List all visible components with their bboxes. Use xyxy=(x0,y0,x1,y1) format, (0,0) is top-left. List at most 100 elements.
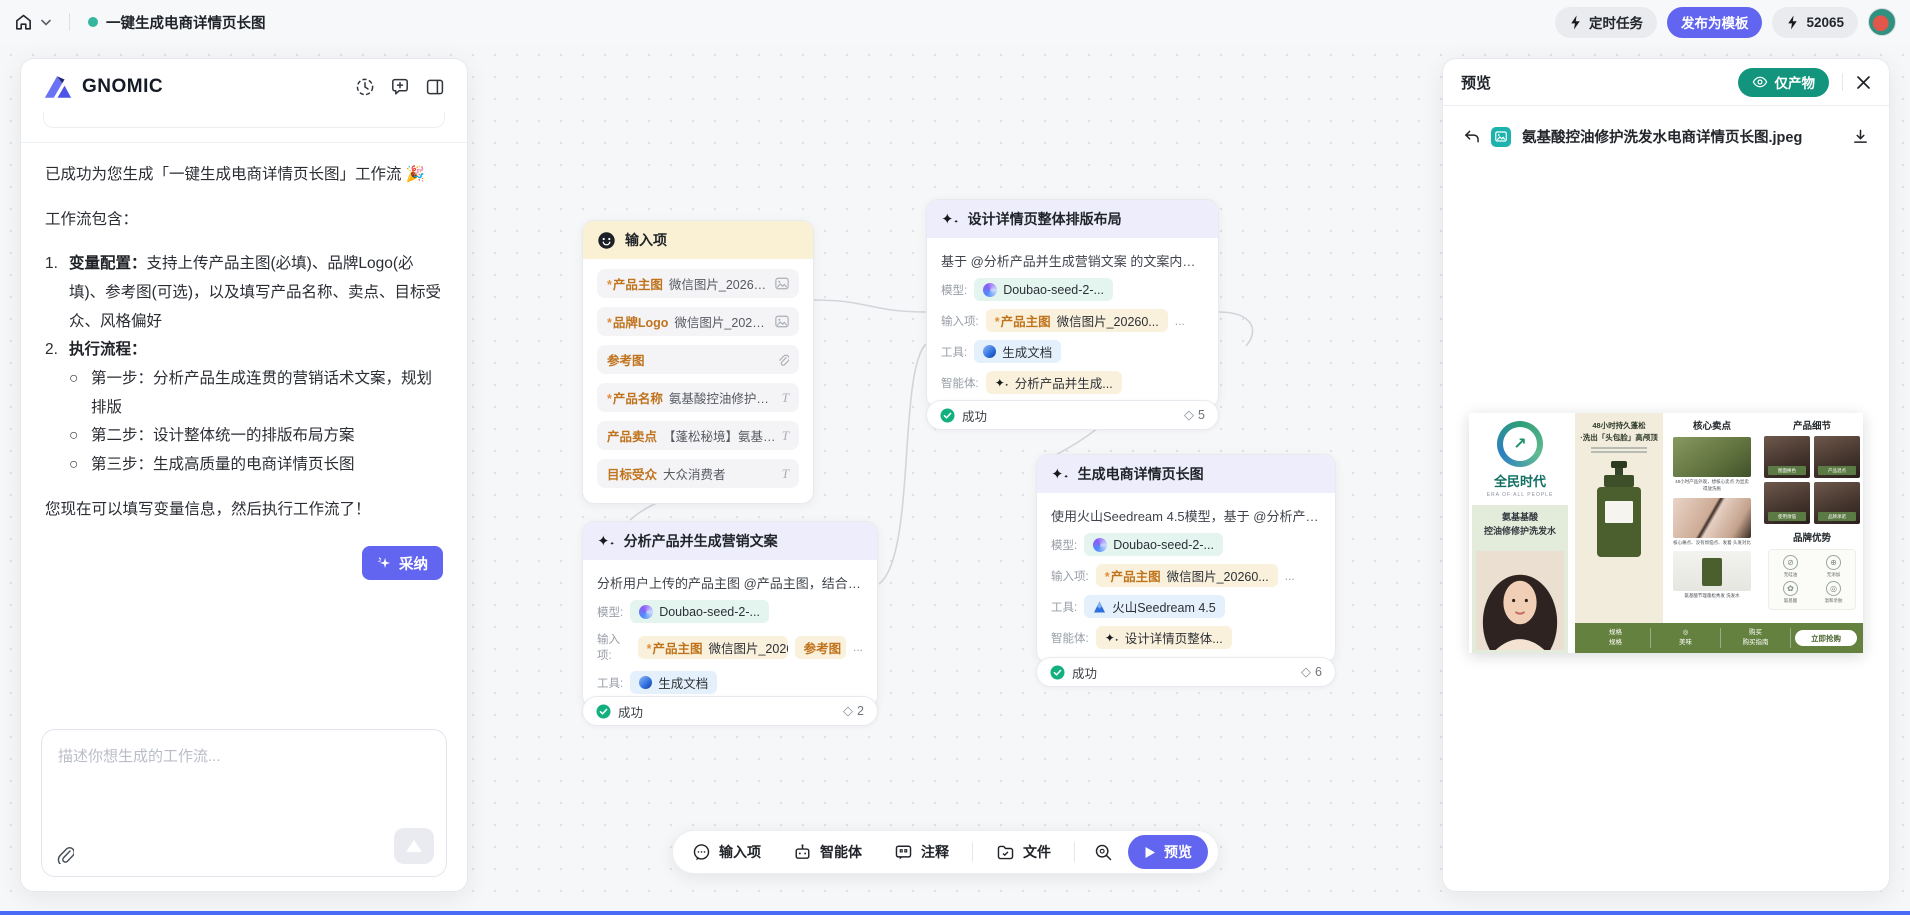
artwork-brand-column: 全民时代 ERA OF ALL PEOPLE 氨基基酸 控油修修护洗发水 xyxy=(1469,413,1571,653)
search-icon xyxy=(1094,843,1113,862)
tool-chip[interactable]: 生成文档 xyxy=(630,671,717,694)
input-field-product-name[interactable]: *产品名称 氨基酸控油修护洗发... T xyxy=(597,383,799,412)
brand-name: GNOMIC xyxy=(82,76,163,98)
node-analyze-header[interactable]: ✦˖ 分析产品并生成营销文案 xyxy=(583,522,877,560)
brand-advantages: ⊘无硅油 ⊕无添加 ✿氨基酸 ◎温和亲肤 xyxy=(1768,549,1856,610)
toolbar-item-agent[interactable]: 智能体 xyxy=(780,835,875,869)
assistant-message-area[interactable]: 已成功为您生成「一键生成电商详情页长图」工作流 🎉 工作流包含： 1. 变量配置… xyxy=(21,143,467,524)
node-description: 分析用户上传的产品主图 @产品主图，结合用户提供... xyxy=(597,573,863,592)
input-field-reference-image[interactable]: 参考图 xyxy=(597,345,799,374)
model-chip[interactable]: Doubao-seed-2-... xyxy=(1084,533,1223,556)
buy-now-button: 立即抢购 xyxy=(1795,630,1857,646)
product-bottle xyxy=(1597,461,1641,557)
divider xyxy=(1074,842,1075,862)
node-title: 设计详情页整体排版布局 xyxy=(968,209,1122,229)
agent-chip[interactable]: ✦˖分析产品并生成... xyxy=(986,371,1122,394)
selling-photo xyxy=(1673,498,1751,538)
status-generate[interactable]: 成功 ◇6 xyxy=(1036,657,1336,687)
assistant-message: 已成功为您生成「一键生成电商详情页长图」工作流 🎉 工作流包含： 1. 变量配置… xyxy=(45,161,443,524)
input-field-product-image[interactable]: *产品主图 微信图片_20260319... xyxy=(597,269,799,298)
reference-chip[interactable]: 参考图 xyxy=(795,636,846,659)
composer-input[interactable] xyxy=(42,730,446,820)
artifact-preview-image[interactable]: 全民时代 ERA OF ALL PEOPLE 氨基基酸 控油修修护洗发水 xyxy=(1469,413,1863,653)
model-photo xyxy=(1476,551,1564,650)
tool-chip[interactable]: 生成文档 xyxy=(974,340,1061,363)
detail-photo: 产品混点 xyxy=(1814,436,1860,478)
list-sub-item: ○ 第二步：设计整体统一的排版布局方案 xyxy=(45,422,443,451)
toolbar-item-files[interactable]: 文件 xyxy=(983,835,1064,869)
history-icon[interactable] xyxy=(355,77,375,97)
preview-title: 预览 xyxy=(1461,72,1491,93)
lightning-icon xyxy=(1786,15,1799,30)
close-icon[interactable] xyxy=(1856,75,1871,90)
home-icon[interactable] xyxy=(14,13,33,32)
attach-paperclip-icon[interactable] xyxy=(56,845,74,864)
page-title: 一键生成电商详情页长图 xyxy=(106,12,266,33)
doubao-icon xyxy=(1093,538,1107,552)
check-circle-icon xyxy=(1050,665,1065,680)
status-design[interactable]: 成功 ◇5 xyxy=(926,400,1219,430)
artwork-claim-column: 48小时持久蓬松 ·洗出「头包脸」高颅顶 xyxy=(1575,413,1663,623)
collapse-panel-icon[interactable] xyxy=(425,77,445,97)
avatar[interactable] xyxy=(1868,8,1896,36)
divider xyxy=(1842,73,1843,91)
model-chip[interactable]: Doubao-seed-2-... xyxy=(630,600,769,623)
list-item: 1. 变量配置：支持上传产品主图(必填)、品牌Logo(必填)、参考图(可选)，… xyxy=(45,250,443,336)
node-generate-header[interactable]: ✦˖ 生成电商详情页长图 xyxy=(1037,455,1335,493)
input-chip[interactable]: *产品主图微信图片_20260... xyxy=(1096,564,1278,587)
sparkle-icon: ✦˖ xyxy=(995,377,1009,389)
chevron-down-icon[interactable] xyxy=(41,19,51,26)
preview-run-button[interactable]: 预览 xyxy=(1128,835,1208,869)
download-icon[interactable] xyxy=(1852,128,1869,145)
sparkle-icon: ✦˖ xyxy=(1105,632,1119,644)
message-paragraph: 工作流包含： xyxy=(45,206,443,235)
scheduled-task-button[interactable]: 定时任务 xyxy=(1555,7,1657,38)
input-field-brand-logo[interactable]: *品牌Logo 微信图片_20260319... xyxy=(597,307,799,336)
toolbar-search[interactable] xyxy=(1085,835,1122,869)
previous-message-remnant xyxy=(43,112,445,128)
doubao-icon xyxy=(983,283,997,297)
adopt-button[interactable]: 采纳 xyxy=(362,546,443,580)
send-button[interactable] xyxy=(394,828,434,864)
status-analyze[interactable]: 成功 ◇2 xyxy=(582,696,878,726)
back-undo-icon[interactable] xyxy=(1463,129,1480,144)
node-generate-image[interactable]: ✦˖ 生成电商详情页长图 使用火山Seedream 4.5模型，基于 @分析产品… xyxy=(1036,454,1336,663)
node-inputs[interactable]: 输入项 *产品主图 微信图片_20260319... *品牌Logo 微信图片_… xyxy=(582,220,814,504)
list-item: 2. 执行流程： xyxy=(45,336,443,365)
node-design-header[interactable]: ✦˖ 设计详情页整体排版布局 xyxy=(927,200,1218,238)
agent-chip[interactable]: ✦˖设计详情页整体... xyxy=(1096,626,1232,649)
model-chip[interactable]: Doubao-seed-2-... xyxy=(974,278,1113,301)
node-design-layout[interactable]: ✦˖ 设计详情页整体排版布局 基于 @分析产品并生成营销文案 的文案内容，结合产… xyxy=(926,199,1219,408)
node-analyze-copy[interactable]: ✦˖ 分析产品并生成营销文案 分析用户上传的产品主图 @产品主图，结合用户提供.… xyxy=(582,521,878,708)
tool-chip[interactable]: 火山Seedream 4.5 xyxy=(1084,595,1225,618)
doubao-icon xyxy=(639,605,653,619)
diamond-icon: ◇ xyxy=(1301,664,1311,680)
node-title: 分析产品并生成营销文案 xyxy=(624,531,778,551)
diamond-icon: ◇ xyxy=(1184,407,1194,423)
sparkle-icon: ✦˖ xyxy=(597,534,615,549)
toolbar-item-inputs[interactable]: 输入项 xyxy=(679,835,774,869)
toolbar-item-comment[interactable]: 注释 xyxy=(881,835,962,869)
image-file-icon xyxy=(1491,127,1511,147)
check-circle-icon xyxy=(940,408,955,423)
new-chat-icon[interactable] xyxy=(390,77,410,97)
publish-template-button[interactable]: 发布为模板 xyxy=(1667,7,1763,38)
smiley-icon xyxy=(597,231,616,250)
input-field-target-audience[interactable]: 目标受众 大众消费者 T xyxy=(597,459,799,488)
eye-icon xyxy=(1752,76,1768,88)
image-icon xyxy=(775,277,789,290)
canvas-toolbar: 输入项 智能体 注释 文件 预览 xyxy=(672,830,1219,874)
comment-icon xyxy=(894,843,913,862)
divider xyxy=(972,842,973,862)
artifacts-only-toggle[interactable]: 仅产物 xyxy=(1738,68,1830,97)
input-field-selling-points[interactable]: 产品卖点 【蓬松秘境】氨基酸... T xyxy=(597,421,799,450)
detail-photo: 图面换色 xyxy=(1764,436,1810,478)
sparkle-icon: ✦˖ xyxy=(1051,467,1069,482)
node-title: 生成电商详情页长图 xyxy=(1078,464,1204,484)
input-chip[interactable]: *产品主图微信图片_20260... xyxy=(986,309,1168,332)
node-inputs-header[interactable]: 输入项 xyxy=(583,221,813,259)
input-chip[interactable]: *产品主图微信图片_20260... xyxy=(638,636,788,659)
detail-photo: 品牌承诺 xyxy=(1814,482,1860,524)
folder-icon xyxy=(996,843,1015,862)
credits-badge[interactable]: 52065 xyxy=(1772,7,1858,38)
